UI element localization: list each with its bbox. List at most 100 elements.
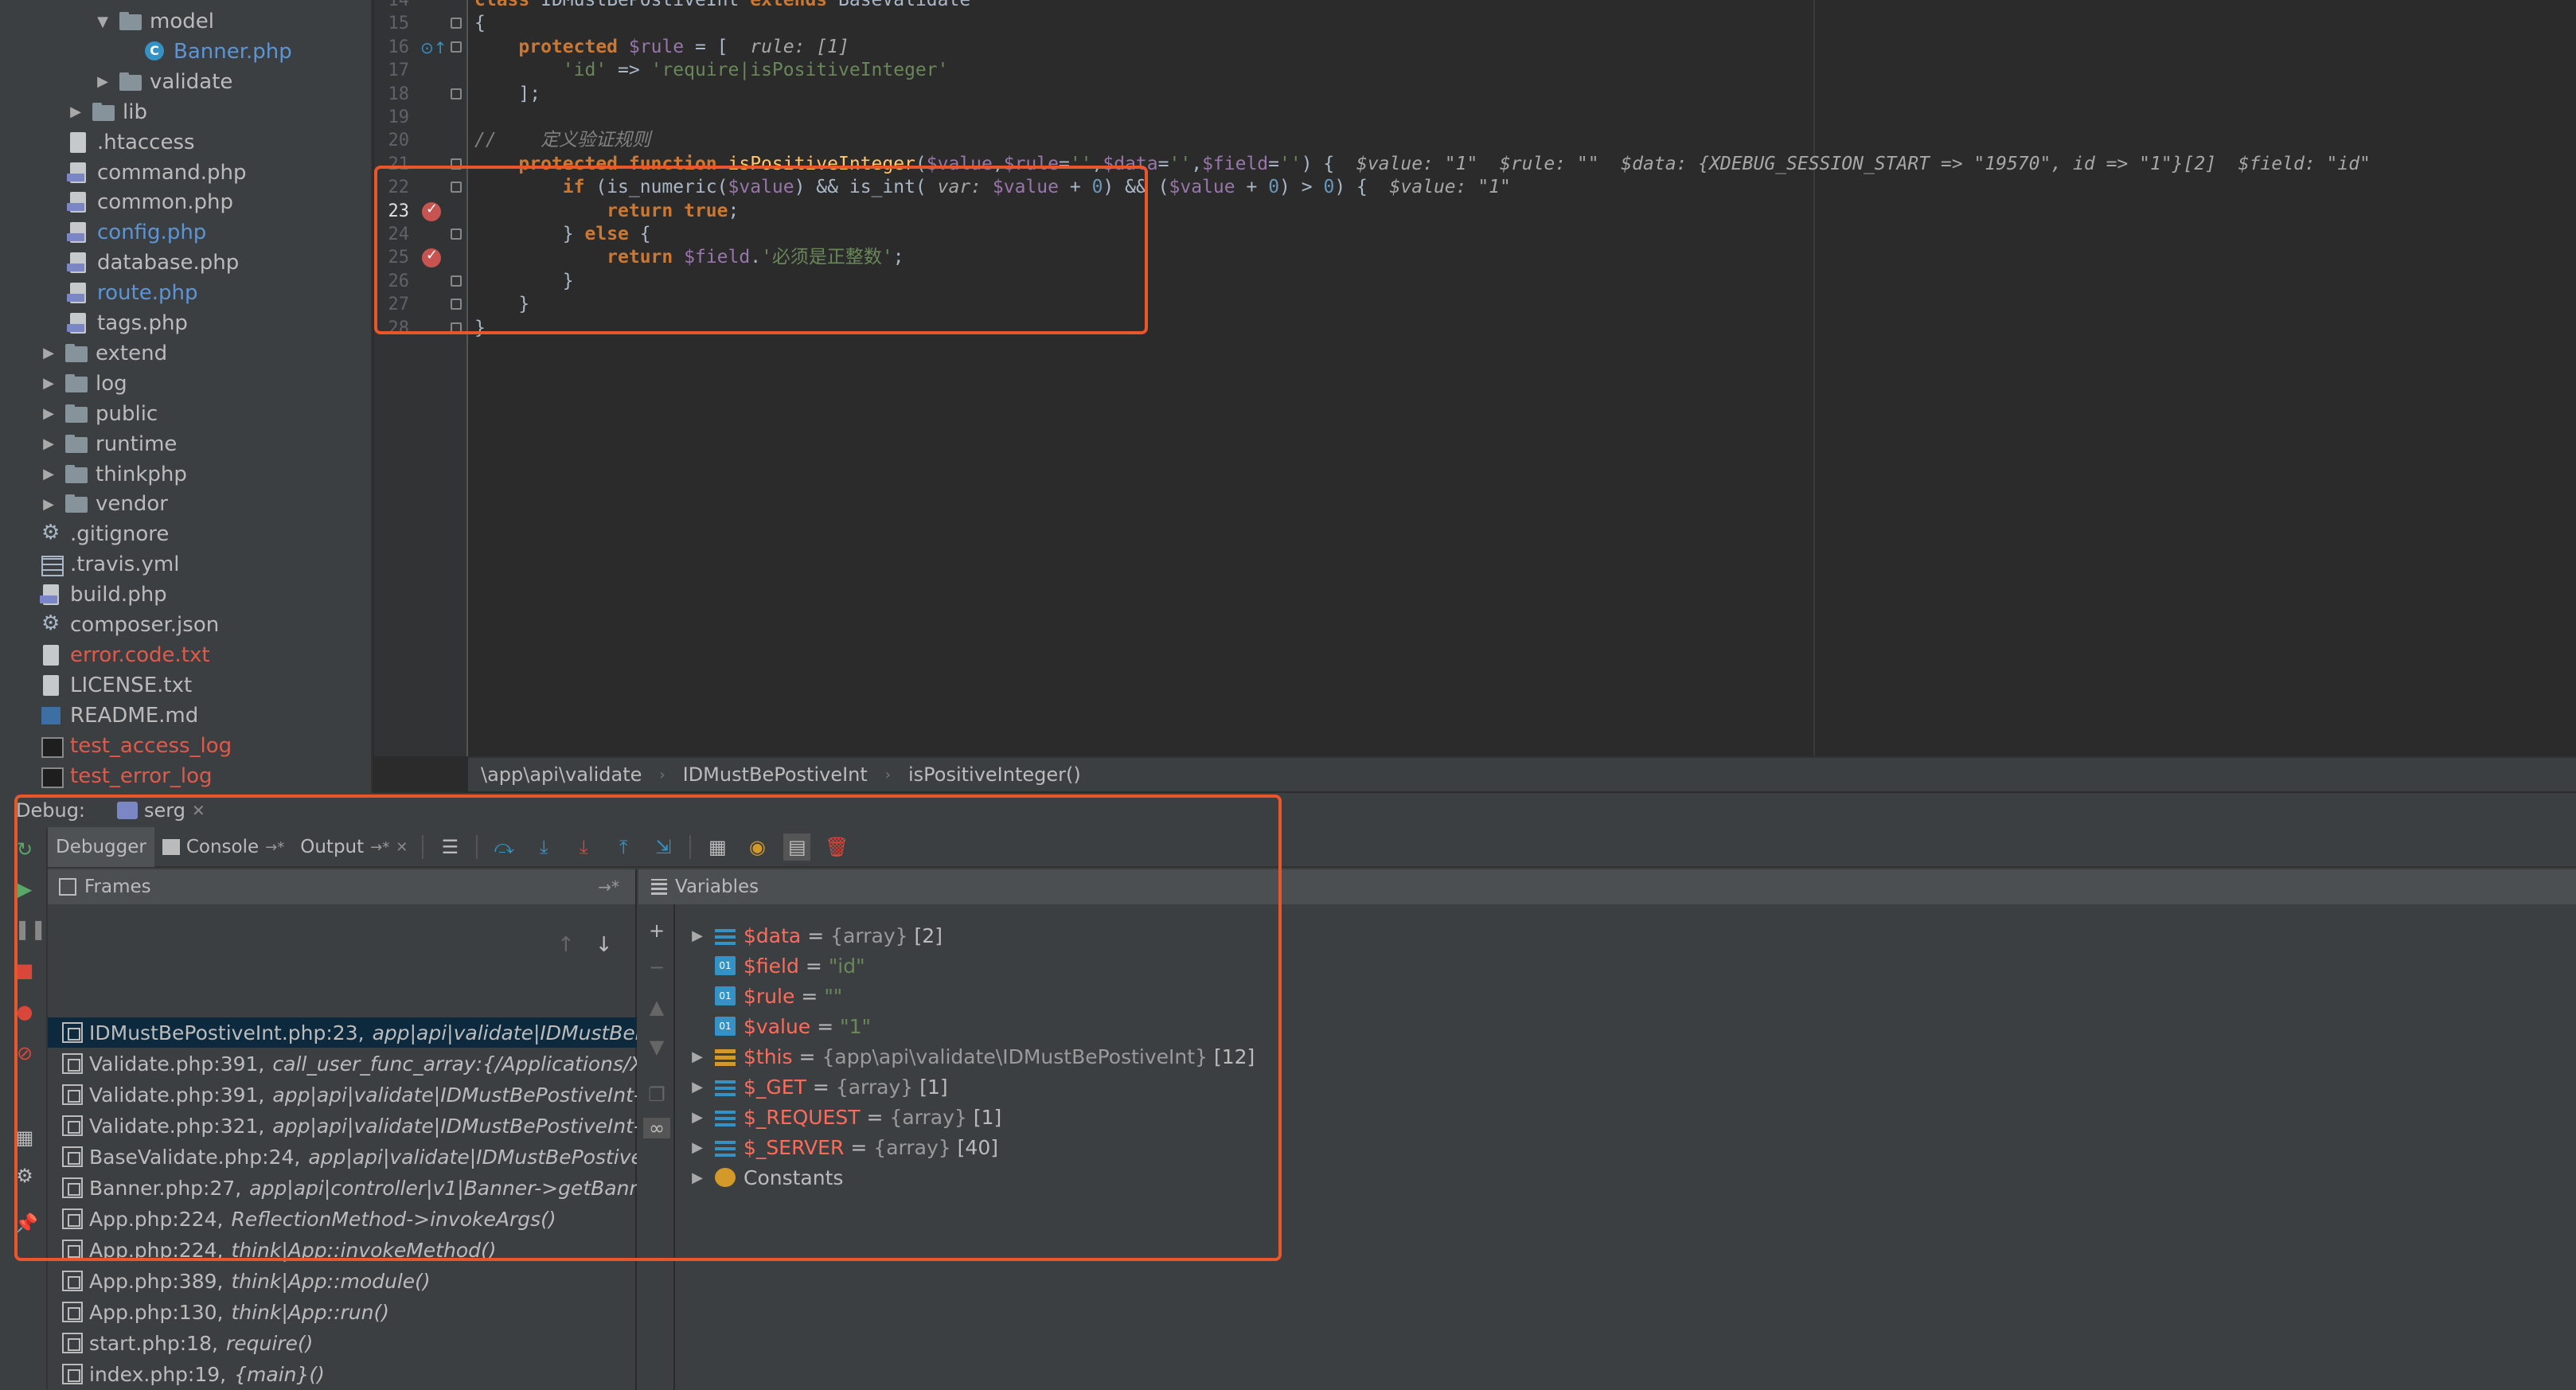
frame-row[interactable]: App.php:389, think|App::module()	[48, 1266, 637, 1296]
frame-row[interactable]: index.php:19, {main}()	[48, 1359, 637, 1389]
tree-item[interactable]: ▶ extend	[40, 338, 167, 369]
folder-icon	[65, 464, 89, 485]
tree-item-label: model	[150, 10, 214, 33]
frame-context: think|App::module()	[231, 1269, 431, 1293]
tree-item-label: runtime	[96, 431, 178, 456]
line-number: 20	[388, 131, 410, 151]
tree-item[interactable]: ▶ validate	[94, 67, 232, 97]
breadcrumb-namespace[interactable]: \app\api\validate	[481, 763, 642, 786]
frame-location: App.php:130,	[89, 1300, 224, 1324]
right-margin-guide	[1813, 0, 1815, 756]
frame-icon	[62, 1271, 83, 1291]
markdown-file-icon	[40, 705, 64, 726]
yaml-file-icon	[40, 554, 64, 577]
tree-item[interactable]: ▶ lib	[67, 97, 147, 127]
annotation-box-debugger	[14, 795, 1282, 1261]
tree-item[interactable]: LICENSE.txt	[40, 670, 192, 701]
breadcrumb-class[interactable]: IDMustBePostiveInt	[683, 763, 868, 786]
tree-item[interactable]: command.php	[67, 158, 247, 188]
tree-item[interactable]: test_error_log	[40, 761, 213, 791]
fold-marker-icon[interactable]	[451, 41, 462, 53]
folder-icon	[65, 373, 89, 394]
tree-item-label: tags.php	[97, 311, 188, 335]
chevron-right-icon[interactable]: ▶	[67, 103, 84, 120]
tree-item[interactable]: Banner.php	[143, 37, 292, 67]
code-line[interactable]: class IDMustBePostiveInt extends BaseVal…	[474, 0, 970, 12]
tree-item[interactable]: .travis.yml	[40, 549, 179, 580]
tree-item-label: .travis.yml	[70, 552, 180, 577]
tree-item[interactable]: README.md	[40, 701, 198, 731]
tree-item[interactable]: ▶ vendor	[40, 489, 168, 519]
tree-item-label: validate	[150, 69, 233, 94]
chevron-right-icon[interactable]: ▶	[40, 345, 57, 361]
fold-marker-icon[interactable]	[451, 88, 462, 100]
tree-item-label: Banner.php	[174, 39, 292, 64]
code-line[interactable]: // 定义验证规则	[474, 128, 650, 152]
tree-item[interactable]: ▶ log	[40, 369, 127, 399]
tree-item[interactable]: ▶ thinkphp	[40, 459, 187, 490]
code-line[interactable]: 'id' => 'require|isPositiveInteger'	[474, 58, 949, 82]
tree-item-label: database.php	[97, 251, 240, 275]
code-line[interactable]: protected $rule = [ rule: [1]	[474, 35, 849, 59]
code-line[interactable]: ];	[474, 82, 541, 106]
line-number: 14	[388, 0, 410, 10]
line-number: 18	[388, 84, 410, 104]
tree-item[interactable]: common.php	[67, 187, 233, 217]
folder-icon	[65, 434, 89, 455]
php-file-icon	[67, 252, 91, 274]
tree-item[interactable]: ▶ runtime	[40, 429, 177, 459]
breadcrumb-method[interactable]: isPositiveInteger()	[908, 763, 1081, 786]
tree-item[interactable]: error.code.txt	[40, 640, 210, 670]
php-file-icon	[67, 313, 91, 334]
tree-item-label: extend	[96, 341, 168, 365]
code-editor[interactable]: class IDMustBePostiveInt extends BaseVal…	[468, 0, 2576, 756]
tree-item-label: .htaccess	[97, 130, 195, 154]
frame-location: start.php:18,	[89, 1331, 218, 1355]
php-file-icon	[67, 222, 91, 244]
chevron-down-icon[interactable]: ▼	[94, 14, 111, 30]
tree-item[interactable]: build.php	[40, 580, 167, 610]
override-marker-icon[interactable]: ⊙↑	[420, 38, 447, 57]
tree-item-label: .gitignore	[70, 522, 170, 547]
tree-item[interactable]: ▶ public	[40, 399, 158, 429]
folder-icon	[65, 404, 89, 424]
chevron-right-icon[interactable]: ▶	[40, 375, 57, 392]
chevron-right-icon[interactable]: ▶	[40, 466, 57, 482]
tree-item[interactable]: config.php	[67, 217, 206, 248]
text-file-icon	[40, 644, 64, 666]
frame-icon	[62, 1302, 83, 1322]
frame-row[interactable]: App.php:130, think|App::run()	[48, 1297, 637, 1327]
frame-context: require()	[225, 1331, 314, 1355]
frame-location: App.php:389,	[89, 1269, 224, 1293]
tree-item[interactable]: ▼ model	[94, 6, 214, 37]
annotation-box-code	[374, 166, 1148, 334]
tree-item[interactable]: route.php	[67, 278, 197, 308]
chevron-right-icon: ›	[884, 766, 891, 783]
config-file-icon	[40, 611, 64, 635]
chevron-right-icon[interactable]: ▶	[94, 73, 111, 90]
breadcrumb: \app\api\validate › IDMustBePostiveInt ›…	[468, 756, 2576, 791]
frame-row[interactable]: start.php:18, require()	[48, 1328, 637, 1358]
frame-icon	[62, 1333, 83, 1353]
chevron-right-icon[interactable]: ▶	[40, 435, 57, 452]
chevron-right-icon[interactable]: ▶	[40, 405, 57, 422]
php-class-icon	[143, 41, 167, 62]
tree-item-label: thinkphp	[96, 462, 187, 486]
chevron-right-icon[interactable]: ▶	[40, 496, 57, 513]
tree-item[interactable]: .gitignore	[40, 519, 169, 549]
tree-item[interactable]: .htaccess	[67, 127, 195, 158]
text-file-icon	[40, 674, 64, 696]
code-line[interactable]: {	[474, 11, 486, 35]
tree-item[interactable]: composer.json	[40, 610, 219, 640]
tree-item[interactable]: tags.php	[67, 308, 188, 338]
folder-icon	[92, 102, 116, 123]
tree-item[interactable]: test_access_log	[40, 731, 232, 761]
frame-context: think|App::run()	[231, 1300, 389, 1324]
editor-gutter[interactable]: 141516171819202122232425262728⊙↑	[374, 0, 468, 756]
fold-marker-icon[interactable]	[451, 18, 462, 29]
frame-icon	[62, 1364, 83, 1384]
folder-icon	[65, 494, 89, 514]
tree-item[interactable]: database.php	[67, 248, 239, 278]
tree-item-label: route.php	[97, 281, 198, 306]
line-number: 17	[388, 61, 410, 81]
